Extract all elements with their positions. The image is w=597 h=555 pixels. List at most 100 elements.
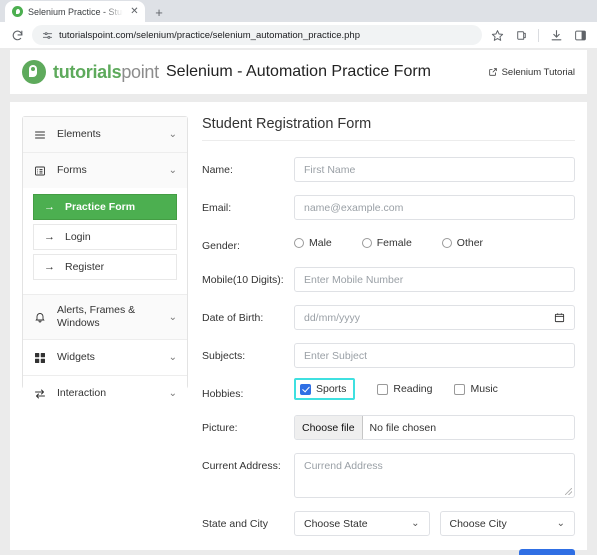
gender-label-female: Female <box>376 237 412 249</box>
form-row-dob: Date of Birth: dd/mm/yyyy <box>202 305 575 331</box>
content-card: Elements ⌄ Forms ⌄ → Practice Form → Log… <box>10 102 587 555</box>
state-select[interactable]: Choose State ⌄ <box>294 511 430 537</box>
sidebar-group-interaction: Interaction ⌄ <box>23 376 187 412</box>
tab-title: Selenium Practice - Student <box>28 6 123 17</box>
checkbox-icon[interactable] <box>300 383 311 395</box>
logo-text-secondary: point <box>121 61 159 82</box>
tab-strip: Selenium Practice - Student ✕ + <box>0 0 597 22</box>
new-tab-button[interactable]: + <box>148 2 170 22</box>
hobby-option-sports[interactable]: Sports <box>294 378 356 401</box>
chevron-down-icon: ⌄ <box>168 165 177 176</box>
sidebar-subitem-practice-form[interactable]: → Practice Form <box>33 194 177 220</box>
address-bar[interactable]: tutorialspoint.com/selenium/practice/sel… <box>32 25 482 45</box>
page-content: tutorialspoint Selenium - Automation Pra… <box>0 48 597 555</box>
tutorialspoint-logo-icon <box>22 60 46 84</box>
sidebar-item-forms[interactable]: Forms ⌄ <box>23 153 187 188</box>
city-select-value: Choose City <box>449 517 507 530</box>
site-settings-icon[interactable] <box>41 29 53 41</box>
gender-option-male[interactable]: Male <box>294 237 332 249</box>
form-row-hobbies: Hobbies: Sports Reading Music <box>202 378 575 402</box>
hobby-option-music[interactable]: Music <box>454 383 498 396</box>
selenium-tutorial-label: Selenium Tutorial <box>501 66 575 78</box>
subjects-input[interactable]: Enter Subject <box>294 343 575 369</box>
toolbar-divider <box>538 28 539 42</box>
current-address-textarea[interactable]: Currend Address <box>294 453 575 499</box>
date-of-birth-input[interactable]: dd/mm/yyyy <box>294 305 575 331</box>
form-row-email: Email: name@example.com <box>202 195 575 220</box>
form-heading: Student Registration Form <box>202 116 575 141</box>
sidebar-group-alerts: Alerts, Frames & Windows ⌄ <box>23 295 187 341</box>
login-submit-button[interactable]: Login <box>519 549 575 555</box>
checkbox-icon[interactable] <box>377 383 389 395</box>
form-row-state-city: State and City Choose State ⌄ Choose Cit… <box>202 511 575 537</box>
checkbox-icon[interactable] <box>454 383 466 395</box>
state-select-value: Choose State <box>304 517 368 530</box>
sidebar-item-interaction[interactable]: Interaction ⌄ <box>23 376 187 412</box>
dob-placeholder: dd/mm/yyyy <box>304 311 361 324</box>
form-row-address: Current Address: Currend Address <box>202 453 575 499</box>
label-gender: Gender: <box>202 240 240 252</box>
downloads-icon[interactable] <box>545 24 567 46</box>
sidebar-item-alerts-frames-windows[interactable]: Alerts, Frames & Windows ⌄ <box>23 295 187 340</box>
label-current-address: Current Address: <box>202 460 281 473</box>
hobby-label-sports: Sports <box>316 383 347 396</box>
label-state-and-city: State and City <box>202 518 268 531</box>
logo-wordmark: tutorialspoint <box>53 62 159 83</box>
sidebar-group-forms: Forms ⌄ → Practice Form → Login → Regist… <box>23 153 187 295</box>
form-row-gender: Gender: Male Female Other <box>202 233 575 254</box>
picture-file-input[interactable]: Choose file No file chosen <box>294 415 575 441</box>
gender-label-male: Male <box>309 237 332 249</box>
form-row-picture: Picture: Choose file No file chosen <box>202 415 575 441</box>
sidebar-subitem-register[interactable]: → Register <box>33 254 177 280</box>
logo-text-primary: tutorials <box>53 61 122 82</box>
sidebar-subitem-label: Register <box>65 261 105 273</box>
sidebar-label-alerts: Alerts, Frames & Windows <box>57 304 136 330</box>
form-actions: Login <box>202 549 575 555</box>
site-logo[interactable]: tutorialspoint <box>22 60 159 84</box>
chevron-down-icon: ⌄ <box>168 311 177 323</box>
mobile-input[interactable]: Enter Mobile Number <box>294 267 575 293</box>
radio-icon[interactable] <box>361 238 372 248</box>
sidebar-subitems-forms: → Practice Form → Login → Register <box>23 188 187 294</box>
hobby-label-music: Music <box>470 383 498 396</box>
gender-radio-group: Male Female Other <box>294 233 575 249</box>
radio-icon[interactable] <box>294 238 304 248</box>
choose-file-button[interactable]: Choose file <box>295 416 363 440</box>
gender-option-other[interactable]: Other <box>441 237 483 249</box>
sidebar-group-widgets: Widgets ⌄ <box>23 340 187 377</box>
sidebar-label-forms: Forms <box>57 163 87 176</box>
hobby-label-reading: Reading <box>393 383 433 396</box>
hobbies-checkbox-group: Sports Reading Music <box>294 378 575 401</box>
sidebar-group-elements: Elements ⌄ <box>23 117 187 153</box>
sidebar-item-elements[interactable]: Elements ⌄ <box>23 117 187 152</box>
arrow-right-icon: → <box>44 201 55 213</box>
name-input[interactable]: First Name <box>294 157 575 182</box>
label-date-of-birth: Date of Birth: <box>202 312 264 325</box>
hobby-option-reading[interactable]: Reading <box>377 383 432 395</box>
close-icon[interactable]: ✕ <box>128 5 141 18</box>
state-city-selects: Choose State ⌄ Choose City ⌄ <box>294 511 575 537</box>
email-input[interactable]: name@example.com <box>294 195 575 220</box>
sidebar-item-widgets[interactable]: Widgets ⌄ <box>23 340 187 376</box>
gender-option-female[interactable]: Female <box>361 237 412 249</box>
extensions-icon[interactable] <box>510 24 532 46</box>
label-mobile: Mobile(10 Digits): <box>202 274 284 287</box>
sidebar-subitem-label: Practice Form <box>65 201 136 213</box>
chevron-down-icon: ⌄ <box>556 518 565 530</box>
registration-form: Student Registration Form Name: First Na… <box>202 116 575 555</box>
browser-tab[interactable]: Selenium Practice - Student ✕ <box>5 1 145 22</box>
label-hobbies: Hobbies: <box>202 388 244 401</box>
calendar-icon[interactable] <box>554 312 565 323</box>
reload-icon[interactable] <box>6 24 28 46</box>
arrow-right-icon: → <box>44 231 55 243</box>
city-select[interactable]: Choose City ⌄ <box>439 511 575 537</box>
site-header: tutorialspoint Selenium - Automation Pra… <box>10 50 587 94</box>
browser-window: Selenium Practice - Student ✕ + tutorial… <box>0 0 597 555</box>
interaction-arrows-icon <box>33 388 47 400</box>
radio-icon[interactable] <box>441 238 452 248</box>
side-panel-icon[interactable] <box>569 24 591 46</box>
bookmark-star-icon[interactable] <box>486 24 508 46</box>
sidebar-subitem-login[interactable]: → Login <box>33 224 177 250</box>
label-subjects: Subjects: <box>202 350 246 363</box>
selenium-tutorial-link[interactable]: Selenium Tutorial <box>488 67 575 78</box>
